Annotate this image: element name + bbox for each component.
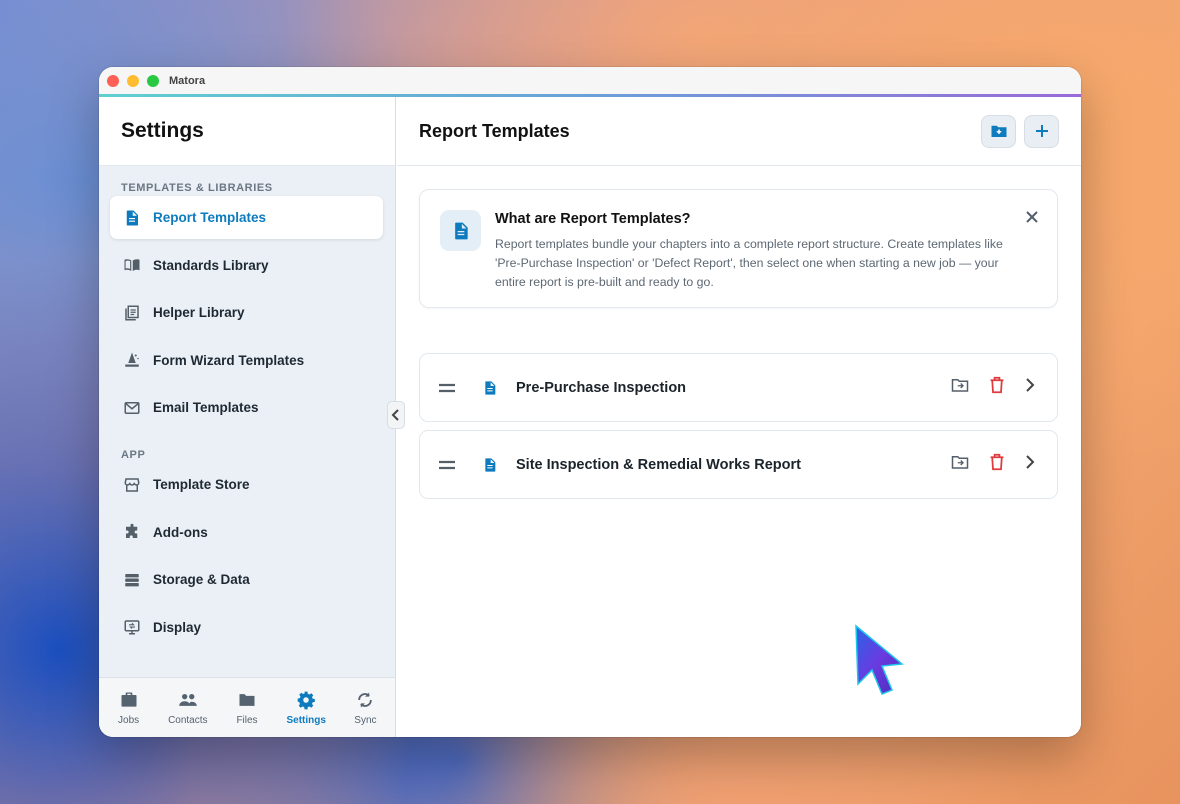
storage-icon [122, 570, 142, 590]
collapse-sidebar-button[interactable] [387, 401, 405, 429]
template-row[interactable]: Pre-Purchase Inspection [419, 353, 1058, 422]
sidebar-item-label: Email Templates [153, 400, 259, 415]
sidebar-item-label: Display [153, 619, 202, 635]
library-icon [122, 303, 142, 323]
book-icon [122, 255, 142, 275]
chevron-right-icon[interactable] [1025, 378, 1035, 397]
sidebar-item-report-templates[interactable]: Report Templates [110, 196, 383, 239]
move-to-folder-icon[interactable] [951, 377, 969, 398]
drag-handle-icon[interactable] [438, 460, 458, 470]
zoom-window-button[interactable] [147, 75, 159, 87]
move-to-folder-icon[interactable] [951, 454, 969, 475]
tab-files[interactable]: Files [217, 678, 276, 737]
document-icon [482, 456, 498, 474]
chevron-left-icon [391, 409, 399, 421]
minimize-window-button[interactable] [127, 75, 139, 87]
chevron-right-icon[interactable] [1025, 455, 1035, 474]
gear-icon [297, 691, 316, 709]
tab-label: Settings [286, 714, 326, 726]
sidebar-item-label: Standards Library [153, 257, 269, 273]
sidebar: Settings TEMPLATES & LIBRARIES Report Te… [99, 97, 396, 737]
new-folder-button[interactable] [981, 114, 1016, 148]
info-body: Report templates bundle your chapters in… [495, 237, 1003, 289]
document-icon [122, 208, 142, 228]
sidebar-item-storage-data[interactable]: Storage & Data [110, 558, 383, 601]
tab-jobs[interactable]: Jobs [99, 678, 158, 737]
tab-sync[interactable]: Sync [336, 678, 395, 737]
bottom-tab-bar: Jobs Contacts Files Settings Sync [99, 677, 395, 737]
sidebar-item-helper-library[interactable]: Helper Library [110, 291, 383, 334]
storefront-icon [122, 475, 142, 495]
sync-icon [358, 692, 373, 707]
document-icon [440, 210, 481, 251]
drag-handle-icon[interactable] [438, 383, 458, 393]
wizard-hat-icon [122, 350, 142, 370]
delete-icon[interactable] [989, 376, 1005, 399]
sidebar-item-label: Helper Library [153, 305, 245, 320]
folder-add-icon [991, 125, 1006, 137]
close-icon [1026, 211, 1038, 223]
template-row[interactable]: Site Inspection & Remedial Works Report [419, 430, 1058, 499]
sidebar-item-label: Template Store [153, 477, 250, 492]
envelope-icon [122, 398, 142, 418]
tab-label: Files [236, 714, 258, 726]
sidebar-item-label: Report Templates [153, 210, 267, 225]
delete-icon[interactable] [989, 453, 1005, 476]
sidebar-item-label: Form Wizard Templates [153, 352, 305, 368]
main-content: Report Templates What are Report Templat… [397, 97, 1081, 737]
title-bar: Matora [99, 67, 1081, 95]
sidebar-item-form-wizard-templates[interactable]: Form Wizard Templates [110, 339, 383, 382]
app-window: Matora Settings TEMPLATES & LIBRARIES Re… [99, 67, 1081, 737]
plus-icon [1035, 125, 1048, 137]
sidebar-item-email-templates[interactable]: Email Templates [110, 386, 383, 429]
page-title: Report Templates [419, 120, 570, 141]
section-label-templates: TEMPLATES & LIBRARIES [121, 182, 273, 194]
sidebar-item-template-store[interactable]: Template Store [110, 463, 383, 506]
dismiss-info-button[interactable] [1025, 210, 1039, 229]
tab-settings[interactable]: Settings [277, 678, 336, 737]
sidebar-title: Settings [121, 119, 204, 142]
sidebar-item-display[interactable]: Display [110, 606, 383, 649]
add-template-button[interactable] [1024, 114, 1059, 148]
tab-label: Jobs [118, 714, 140, 726]
briefcase-icon [121, 692, 137, 707]
template-name: Site Inspection & Remedial Works Report [516, 456, 801, 473]
sidebar-item-label: Add-ons [153, 524, 208, 540]
section-label-app: APP [121, 449, 146, 461]
template-name: Pre-Purchase Inspection [516, 379, 687, 396]
mouse-cursor-icon [852, 624, 906, 703]
sidebar-item-label: Storage & Data [153, 572, 250, 587]
info-card: What are Report Templates? Report templa… [419, 189, 1058, 308]
document-icon [482, 379, 498, 397]
tab-label: Contacts [168, 714, 208, 726]
puzzle-icon [122, 522, 142, 542]
sidebar-item-add-ons[interactable]: Add-ons [110, 511, 383, 554]
folder-icon [239, 693, 255, 706]
sidebar-item-standards-library[interactable]: Standards Library [110, 244, 383, 287]
tab-label: Sync [354, 714, 377, 726]
display-icon [122, 617, 142, 637]
app-title: Matora [169, 75, 206, 87]
close-window-button[interactable] [107, 75, 119, 87]
people-icon [179, 693, 197, 706]
tab-contacts[interactable]: Contacts [158, 678, 217, 737]
info-title: What are Report Templates? [495, 211, 691, 227]
